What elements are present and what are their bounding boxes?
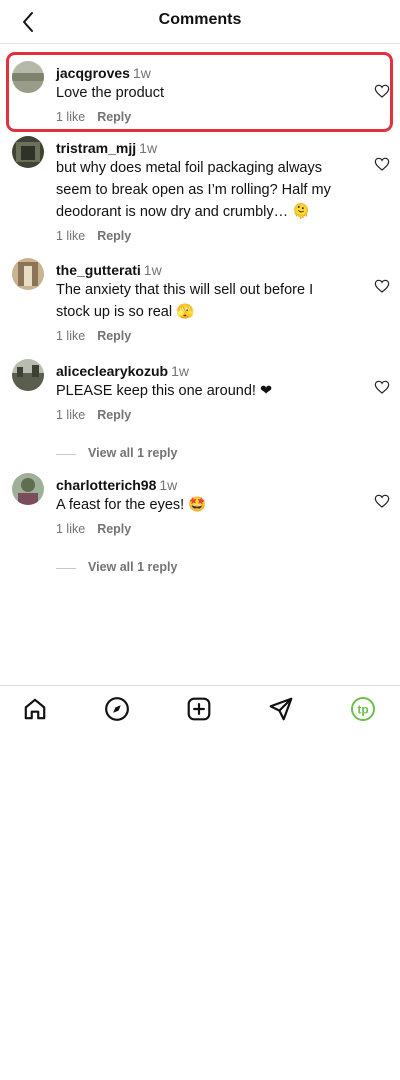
username[interactable]: tristram_mjj xyxy=(56,140,136,156)
comment-text: Love the product xyxy=(56,85,165,101)
explore-icon xyxy=(105,697,129,721)
comment-item: jacqgroves 1w Love the product 1 like Rep… xyxy=(0,44,400,139)
comment-text: The anxiety that this will sell out befo… xyxy=(56,282,314,320)
timestamp: 1w xyxy=(132,65,151,81)
svg-text:tp: tp xyxy=(357,703,368,717)
username[interactable]: charlotterich98 xyxy=(56,477,156,493)
comment-header: aliceclearykozub 1w xyxy=(56,362,360,380)
view-replies-button[interactable]: View all 1 reply xyxy=(88,446,177,460)
comment-meta: 1 like Reply xyxy=(56,229,360,243)
username[interactable]: jacqgroves xyxy=(56,65,130,81)
comment-meta: 1 like Reply xyxy=(56,329,360,343)
username[interactable]: aliceclearykozub xyxy=(56,363,168,379)
like-count[interactable]: 1 like xyxy=(56,522,85,536)
comment-item: charlotterich98 1w A feast for the eyes! … xyxy=(0,473,400,558)
username[interactable]: the_gutterati xyxy=(56,262,141,278)
comment-header: the_gutterati 1w xyxy=(56,261,360,279)
comment-item: the_gutterati 1w The anxiety that this wi… xyxy=(0,258,400,362)
like-count[interactable]: 1 like xyxy=(56,229,85,243)
view-replies-row: View all 1 reply xyxy=(0,444,400,476)
comment-meta: 1 like Reply xyxy=(56,522,360,536)
view-replies-row: View all 1 reply xyxy=(0,558,400,590)
timestamp: 1w xyxy=(139,140,158,156)
nav-explore[interactable] xyxy=(104,696,130,722)
heart-icon[interactable] xyxy=(374,83,390,99)
comment-header: jacqgroves 1w xyxy=(56,64,360,82)
avatar[interactable] xyxy=(12,359,44,391)
avatar[interactable] xyxy=(12,61,44,93)
nav-home[interactable] xyxy=(22,696,48,722)
like-count[interactable]: 1 like xyxy=(56,408,85,422)
comment-text: but why does metal foil packaging always… xyxy=(56,160,331,220)
profile-icon: tp xyxy=(351,697,375,721)
reply-button[interactable]: Reply xyxy=(97,110,131,124)
reply-button[interactable]: Reply xyxy=(97,329,131,343)
comment-text: PLEASE keep this one around! ❤ xyxy=(56,383,273,399)
heart-icon[interactable] xyxy=(374,379,390,395)
create-icon xyxy=(187,697,211,721)
like-count[interactable]: 1 like xyxy=(56,329,85,343)
heart-icon[interactable] xyxy=(374,278,390,294)
reply-button[interactable]: Reply xyxy=(97,229,131,243)
timestamp: 1w xyxy=(143,262,162,278)
page-title: Comments xyxy=(158,11,242,28)
nav-profile[interactable]: tp xyxy=(350,696,376,722)
reply-button[interactable]: Reply xyxy=(97,408,131,422)
timestamp: 1w xyxy=(171,363,189,379)
timestamp: 1w xyxy=(159,477,178,493)
home-icon xyxy=(24,698,46,720)
header: Comments xyxy=(0,0,400,44)
comment-header: charlotterich98 1w xyxy=(56,476,360,494)
heart-icon[interactable] xyxy=(374,156,390,172)
direct-icon xyxy=(269,697,293,721)
view-replies-button[interactable]: View all 1 reply xyxy=(88,560,177,574)
nav-direct[interactable] xyxy=(268,696,294,722)
heart-icon[interactable] xyxy=(374,493,390,509)
comment-text: A feast for the eyes! 🤩 xyxy=(56,497,207,513)
avatar[interactable] xyxy=(12,136,44,168)
nav-create[interactable] xyxy=(186,696,212,722)
reply-button[interactable]: Reply xyxy=(97,522,131,536)
reply-divider-line xyxy=(56,568,76,569)
reply-divider-line xyxy=(56,454,76,455)
comment-item: tristram_mjj 1w but why does metal foil p… xyxy=(0,136,400,261)
avatar[interactable] xyxy=(12,473,44,505)
comment-item: aliceclearykozub 1w PLEASE keep this one … xyxy=(0,359,400,444)
like-count[interactable]: 1 like xyxy=(56,110,85,124)
comments-list: jacqgroves 1w Love the product 1 like Rep… xyxy=(0,44,400,590)
avatar[interactable] xyxy=(12,258,44,290)
bottom-nav: tp xyxy=(0,685,400,733)
comment-header: tristram_mjj 1w xyxy=(56,139,360,157)
comment-meta: 1 like Reply xyxy=(56,408,360,422)
comment-meta: 1 like Reply xyxy=(56,110,360,124)
